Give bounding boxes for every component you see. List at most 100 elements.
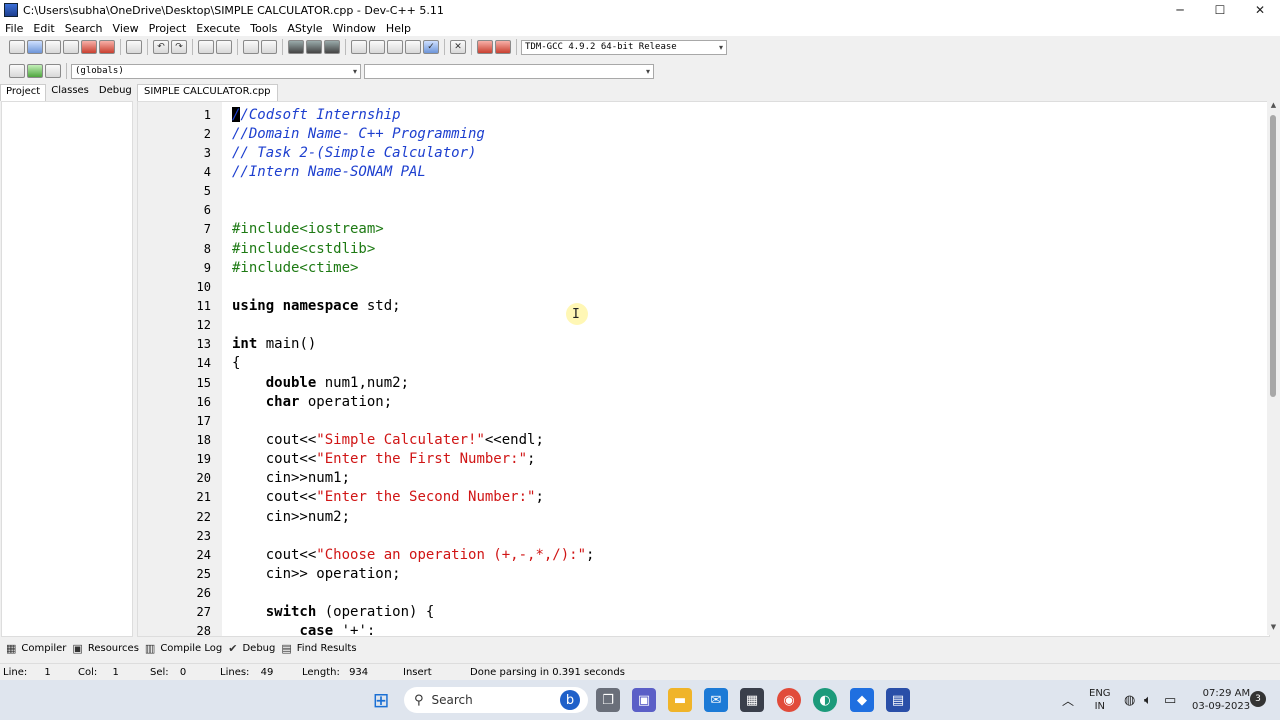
replace-icon[interactable] [216, 40, 232, 54]
tab-debug-output[interactable]: ✔ Debug [228, 642, 275, 655]
print-icon[interactable] [126, 40, 142, 54]
line-number: 24 [196, 547, 211, 562]
indent-icon[interactable] [261, 40, 277, 54]
line-number: 12 [196, 318, 211, 333]
stop-execution-icon[interactable]: ✕ [450, 40, 466, 54]
close-button[interactable]: ✕ [1240, 0, 1280, 20]
minimize-button[interactable]: ─ [1160, 0, 1200, 20]
code-text: cout<<"Simple Calculater!"<<endl; [232, 431, 544, 448]
compile-icon[interactable] [405, 40, 421, 54]
mail-icon[interactable]: ✉ [704, 688, 728, 712]
battery-icon[interactable]: ▭ [1164, 680, 1176, 720]
insert-icon[interactable] [9, 64, 25, 78]
menu-window[interactable]: Window [328, 22, 381, 35]
unindent-icon[interactable] [288, 40, 304, 54]
volume-icon[interactable]: 🔈︎ [1144, 680, 1152, 720]
save-icon[interactable] [45, 40, 61, 54]
bing-icon[interactable]: b [560, 690, 580, 710]
menu-search[interactable]: Search [60, 22, 108, 35]
undo-icon[interactable]: ↶ [153, 40, 169, 54]
menu-help[interactable]: Help [381, 22, 416, 35]
code-text: switch (operation) { [265, 604, 435, 621]
language-indicator[interactable]: ENG IN [1089, 680, 1111, 720]
tab-find-results[interactable]: ▤ Find Results [281, 642, 356, 655]
tab-resources[interactable]: ▣ Resources [72, 642, 138, 655]
dropbox-icon[interactable]: ◆ [850, 688, 874, 712]
wifi-icon[interactable]: ◍ [1124, 680, 1135, 720]
close-file-icon[interactable] [81, 40, 97, 54]
code-text: //Codsoft Internship [232, 106, 401, 123]
chart-icon: ▥ [144, 641, 156, 655]
menu-execute[interactable]: Execute [191, 22, 245, 35]
status-sel: Sel: 0 [150, 667, 186, 678]
tab-simple-calculator[interactable]: SIMPLE CALCULATOR.cpp [137, 84, 278, 101]
menu-project[interactable]: Project [144, 22, 192, 35]
compiler-select[interactable]: TDM-GCC 4.9.2 64-bit Release ▾ [521, 39, 727, 55]
find-icon[interactable] [198, 40, 214, 54]
scroll-down-icon[interactable]: ▼ [1267, 623, 1280, 635]
scrollbar-thumb[interactable] [1270, 115, 1276, 397]
editor-vertical-scrollbar[interactable]: ▲ ▼ [1267, 101, 1280, 635]
line-number: 11 [196, 298, 211, 313]
notification-badge[interactable]: 3 [1250, 691, 1266, 707]
goto-definition-icon[interactable] [45, 64, 61, 78]
code-line: 19 cout<<"Enter the First Number:"; [138, 450, 1269, 469]
windows-start-icon[interactable]: ⊞ [369, 688, 393, 712]
goto-line-icon[interactable] [243, 40, 259, 54]
file-explorer-icon[interactable]: ▬ [668, 688, 692, 712]
code-line: 17 [138, 411, 1269, 430]
status-lines-label: Lines: [220, 667, 250, 678]
profile-icon[interactable] [477, 40, 493, 54]
check-icon: ✔ [228, 641, 238, 655]
edge-icon[interactable]: ◐ [813, 688, 837, 712]
tab-compiler[interactable]: ▦ Compiler [6, 642, 66, 655]
tab-debug[interactable]: Debug [94, 84, 137, 101]
tab-project[interactable]: Project [0, 84, 47, 101]
scroll-up-icon[interactable]: ▲ [1267, 101, 1280, 113]
code-text: //Intern Name-SONAM PAL [232, 163, 426, 180]
clock[interactable]: 07:29 AM 03-09-2023 [1192, 680, 1250, 720]
tab-compile-log[interactable]: ▥ Compile Log [145, 642, 222, 655]
code-text: char operation; [265, 393, 393, 410]
microsoft-store-icon[interactable]: ▦ [740, 688, 764, 712]
save-all-icon[interactable] [63, 40, 79, 54]
delete-profile-icon[interactable] [495, 40, 511, 54]
new-file-icon[interactable] [9, 40, 25, 54]
chevron-up-icon: ︿ [1062, 693, 1075, 708]
show-hidden-icons[interactable]: ︿ [1062, 680, 1074, 720]
code-editor[interactable]: 1 //Codsoft Internship 2 //Domain Name- C++… [137, 101, 1270, 637]
status-col-label: Col: [78, 667, 98, 678]
devcpp-taskbar-icon[interactable]: ▤ [886, 688, 910, 712]
chrome-icon[interactable]: ◉ [777, 688, 801, 712]
toggle-bookmark-icon[interactable] [324, 40, 340, 54]
maximize-button[interactable]: ☐ [1200, 0, 1240, 20]
scope-select[interactable]: (globals) ▾ [71, 63, 361, 79]
goto-declaration-icon[interactable] [27, 64, 43, 78]
member-select[interactable]: ▾ [364, 63, 654, 79]
menu-view[interactable]: View [108, 22, 144, 35]
menu-tools[interactable]: Tools [245, 22, 282, 35]
line-number: 9 [203, 260, 211, 275]
teams-icon[interactable]: ▣ [632, 688, 656, 712]
menu-astyle[interactable]: AStyle [282, 22, 327, 35]
task-view-icon[interactable]: ❐ [596, 688, 620, 712]
close-all-icon[interactable] [99, 40, 115, 54]
add-to-project-icon[interactable] [369, 40, 385, 54]
menu-file[interactable]: File [0, 22, 28, 35]
tab-classes[interactable]: Classes [46, 84, 94, 101]
window-controls: ─ ☐ ✕ [1160, 0, 1280, 20]
toggle-comment-icon[interactable] [306, 40, 322, 54]
lang-top: ENG [1089, 688, 1111, 699]
menu-edit[interactable]: Edit [28, 22, 59, 35]
status-length-value: 934 [349, 667, 369, 678]
code-text: #include<ctime> [232, 259, 359, 276]
redo-icon[interactable]: ↷ [171, 40, 187, 54]
line-number: 15 [196, 375, 211, 390]
open-file-icon[interactable] [27, 40, 43, 54]
code-line: 9 #include<ctime> [138, 258, 1269, 277]
grid-icon: ▦ [6, 641, 17, 655]
project-browser[interactable] [1, 101, 133, 637]
check-syntax-icon[interactable]: ✓ [423, 40, 439, 54]
new-project-icon[interactable] [351, 40, 367, 54]
project-options-icon[interactable] [387, 40, 403, 54]
